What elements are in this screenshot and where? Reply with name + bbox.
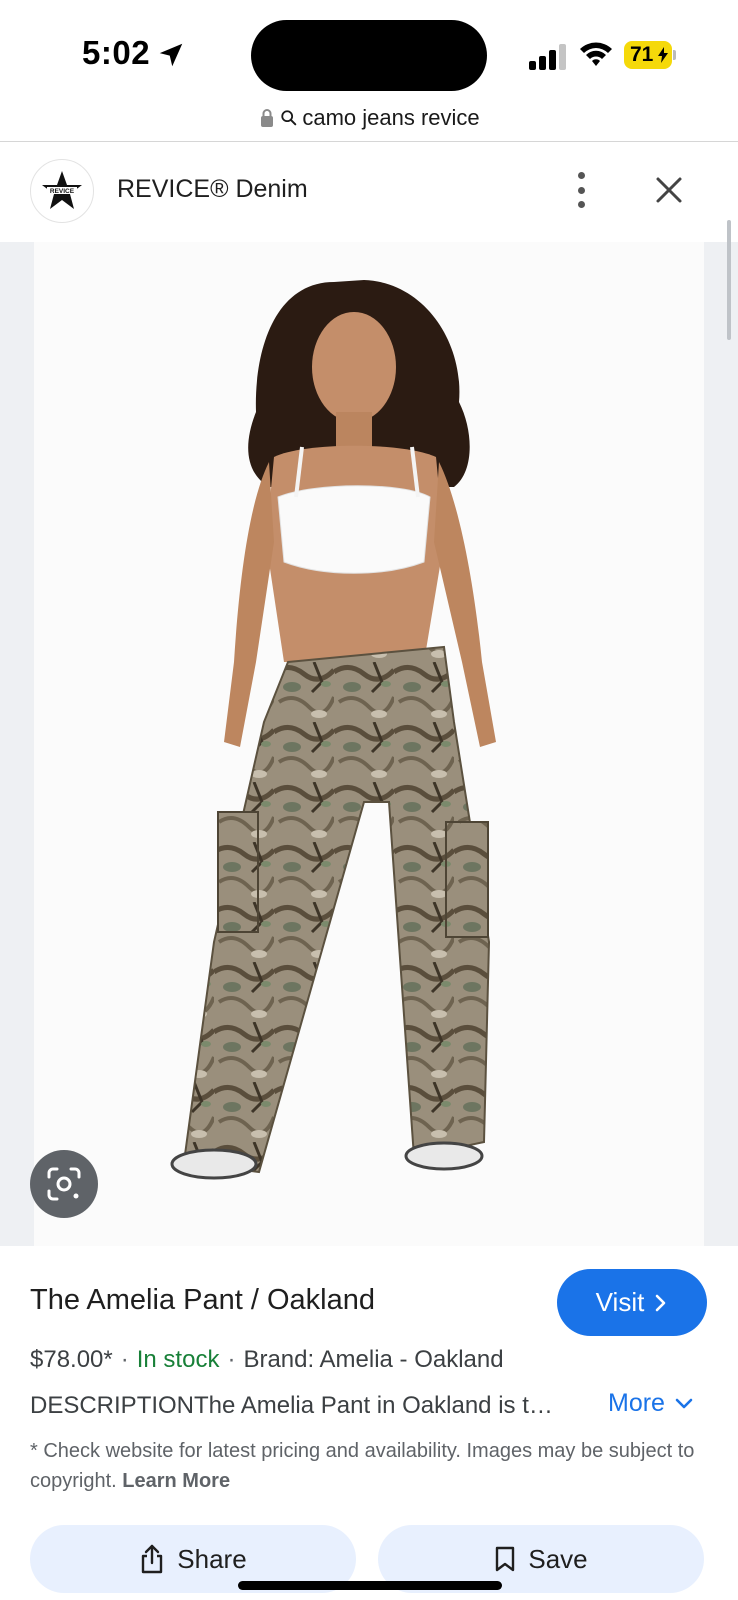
location-arrow-icon xyxy=(159,43,183,67)
close-icon[interactable] xyxy=(651,172,687,208)
product-title[interactable]: The Amelia Pant / Oakland xyxy=(30,1284,375,1317)
more-button[interactable]: More xyxy=(608,1389,693,1418)
chevron-down-icon xyxy=(675,1398,693,1408)
logo-text: REVICE xyxy=(50,188,75,195)
lock-icon xyxy=(261,109,274,127)
site-header: REVICE REVICE® Denim xyxy=(0,142,738,242)
chevron-right-icon xyxy=(656,1294,666,1311)
share-label: Share xyxy=(177,1543,247,1574)
home-indicator[interactable] xyxy=(238,1581,502,1590)
url-text: camo jeans revice xyxy=(302,105,480,130)
lens-icon xyxy=(47,1167,81,1201)
product-meta: $78.00* · In stock · Brand: Amelia - Oakland xyxy=(30,1346,504,1373)
revice-star-logo: REVICE xyxy=(42,171,82,209)
product-price: $78.00* xyxy=(30,1346,113,1373)
disclaimer: * Check website for latest pricing and a… xyxy=(30,1436,710,1496)
product-brand: Brand: Amelia - Oakland xyxy=(243,1346,504,1373)
product-info-panel: The Amelia Pant / Oakland Visit $78.00* ·… xyxy=(0,1246,738,1600)
visit-label: Visit xyxy=(595,1287,645,1317)
status-time: 5:02 xyxy=(82,34,151,71)
stock-status: In stock xyxy=(136,1346,220,1373)
battery-level: 71 xyxy=(630,43,654,66)
image-viewer xyxy=(0,220,738,1246)
save-label: Save xyxy=(528,1543,588,1574)
site-name: REVICE® Denim xyxy=(117,175,308,203)
scroll-indicator xyxy=(727,220,731,340)
charging-bolt-icon xyxy=(658,47,668,63)
visit-button[interactable]: Visit xyxy=(557,1269,707,1336)
product-description: DESCRIPTIONThe Amelia Pant in Oakland is… xyxy=(30,1392,553,1419)
dynamic-island xyxy=(251,20,487,91)
product-image[interactable] xyxy=(34,242,704,1246)
bookmark-icon xyxy=(496,1546,515,1572)
status-bar: 5:02 71 xyxy=(0,0,738,100)
learn-more-link[interactable]: Learn More xyxy=(122,1470,230,1492)
url-bar[interactable]: camo jeans revice xyxy=(0,98,738,138)
wifi-icon xyxy=(580,42,612,66)
search-icon xyxy=(281,110,297,126)
battery-icon: 71 xyxy=(624,41,676,69)
site-logo[interactable]: REVICE xyxy=(30,159,94,223)
signal-icon xyxy=(529,44,569,70)
lens-button[interactable] xyxy=(30,1150,98,1218)
more-label: More xyxy=(608,1389,665,1417)
model-illustration xyxy=(170,280,496,1180)
more-vert-icon[interactable] xyxy=(566,172,596,208)
share-icon xyxy=(142,1544,163,1574)
